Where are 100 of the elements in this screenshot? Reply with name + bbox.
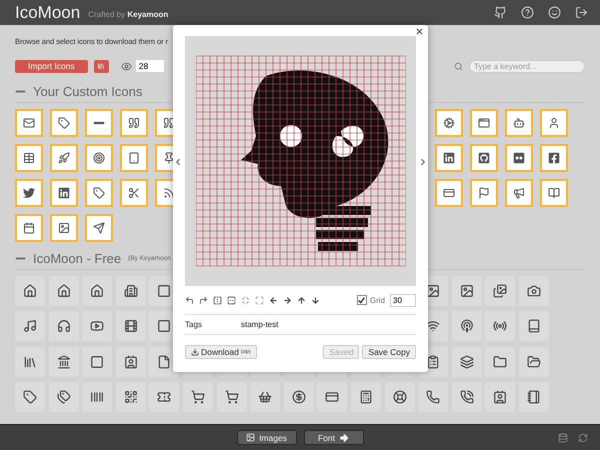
move-up-button[interactable] bbox=[297, 296, 306, 304]
move-down-button[interactable] bbox=[311, 296, 320, 304]
icon-tile[interactable] bbox=[470, 144, 498, 172]
icon-tile[interactable] bbox=[85, 109, 113, 137]
icon-tile[interactable] bbox=[116, 382, 146, 412]
icon-tile[interactable] bbox=[485, 276, 516, 306]
icon-tile[interactable] bbox=[120, 144, 148, 172]
icon-tile[interactable] bbox=[485, 311, 516, 342]
icon-tile[interactable] bbox=[540, 144, 568, 172]
icon-tile[interactable] bbox=[518, 311, 549, 342]
icon-tile[interactable] bbox=[15, 382, 45, 412]
icon-tile[interactable] bbox=[505, 109, 533, 137]
icon-tile[interactable] bbox=[15, 144, 43, 172]
icon-tile[interactable] bbox=[317, 382, 348, 412]
fit-button[interactable] bbox=[255, 296, 264, 304]
grid-size-field[interactable]: 30 bbox=[390, 294, 416, 306]
icon-tile[interactable] bbox=[540, 109, 568, 137]
icon-tile[interactable] bbox=[50, 109, 78, 137]
icon-tile[interactable] bbox=[116, 346, 146, 377]
icon-tile[interactable] bbox=[82, 276, 112, 306]
icon-tile[interactable] bbox=[50, 144, 78, 172]
icon-tile[interactable] bbox=[452, 382, 482, 412]
icon-tile[interactable] bbox=[120, 179, 148, 207]
move-right-button[interactable] bbox=[283, 296, 292, 304]
icon-tile[interactable] bbox=[435, 109, 463, 137]
icon-tile[interactable] bbox=[470, 179, 498, 207]
icon-tile[interactable] bbox=[116, 276, 146, 306]
icon-tile[interactable] bbox=[505, 179, 533, 207]
font-button[interactable]: Font bbox=[304, 430, 364, 445]
icon-tile[interactable] bbox=[50, 214, 78, 242]
tags-value[interactable]: stamp-test bbox=[241, 320, 278, 329]
icon-tile[interactable] bbox=[82, 382, 112, 412]
icon-tile[interactable] bbox=[250, 382, 280, 412]
icon-tile[interactable] bbox=[15, 214, 43, 242]
glyph-icon bbox=[157, 354, 172, 369]
save-copy-button[interactable]: Save Copy bbox=[362, 345, 416, 359]
refresh-icon[interactable] bbox=[578, 432, 588, 442]
icon-tile[interactable] bbox=[82, 346, 112, 377]
icon-tile[interactable] bbox=[50, 179, 78, 207]
icon-tile[interactable] bbox=[48, 311, 79, 342]
icon-tile[interactable] bbox=[48, 382, 79, 412]
icon-tile[interactable] bbox=[540, 179, 568, 207]
close-button[interactable] bbox=[415, 27, 424, 36]
icon-tile[interactable] bbox=[15, 276, 45, 306]
icon-tile[interactable] bbox=[452, 276, 482, 306]
icon-tile[interactable] bbox=[120, 109, 148, 137]
icon-tile[interactable] bbox=[435, 144, 463, 172]
icon-tile[interactable] bbox=[485, 382, 516, 412]
cat-icon[interactable] bbox=[494, 6, 507, 19]
glyph-icon bbox=[56, 390, 71, 404]
icon-tile[interactable] bbox=[518, 346, 549, 377]
icon-tile[interactable] bbox=[85, 214, 113, 242]
glyph-icon bbox=[23, 319, 37, 334]
exit-icon[interactable] bbox=[575, 6, 588, 19]
smiley-icon[interactable] bbox=[548, 6, 561, 19]
rotate-right-button[interactable] bbox=[199, 296, 208, 304]
flip-vertical-button[interactable] bbox=[227, 296, 236, 304]
icon-tile[interactable] bbox=[505, 144, 533, 172]
search-icon bbox=[454, 62, 463, 70]
icon-tile[interactable] bbox=[435, 179, 463, 207]
icon-tile[interactable] bbox=[85, 179, 113, 207]
icon-tile[interactable] bbox=[82, 311, 112, 342]
flip-horizontal-button[interactable] bbox=[213, 296, 222, 304]
icon-tile[interactable] bbox=[116, 311, 146, 342]
icon-tile[interactable] bbox=[149, 382, 180, 412]
database-icon[interactable] bbox=[558, 432, 568, 442]
move-left-button[interactable] bbox=[269, 296, 278, 304]
icon-tile[interactable] bbox=[518, 382, 549, 412]
library-button[interactable] bbox=[94, 60, 109, 72]
icon-tile[interactable] bbox=[216, 382, 247, 412]
icon-tile[interactable] bbox=[15, 179, 43, 207]
glyph-icon bbox=[460, 390, 474, 404]
icon-tile[interactable] bbox=[85, 144, 113, 172]
icon-tile[interactable] bbox=[15, 109, 43, 137]
icon-tile[interactable] bbox=[284, 382, 314, 412]
previous-button[interactable] bbox=[173, 157, 183, 167]
grid-checkbox[interactable] bbox=[356, 295, 367, 305]
search-field[interactable]: Type a keyword... bbox=[469, 60, 585, 72]
icon-tile[interactable] bbox=[350, 382, 381, 412]
help-icon[interactable] bbox=[521, 6, 534, 19]
icon-tile[interactable] bbox=[518, 276, 549, 306]
icon-tile[interactable] bbox=[48, 346, 79, 377]
icon-tile[interactable] bbox=[418, 382, 448, 412]
next-button[interactable] bbox=[418, 157, 428, 167]
import-icons-button[interactable]: Import Icons bbox=[15, 60, 88, 72]
glyph-icon bbox=[23, 222, 35, 234]
images-button[interactable]: Images bbox=[236, 430, 296, 445]
icon-tile[interactable] bbox=[384, 382, 415, 412]
size-field[interactable]: 28 bbox=[136, 60, 164, 72]
glyph-icon bbox=[426, 319, 440, 334]
icon-tile[interactable] bbox=[15, 311, 45, 342]
icon-tile[interactable] bbox=[452, 346, 482, 377]
glyph-icon bbox=[93, 152, 105, 164]
icon-tile[interactable] bbox=[15, 346, 45, 377]
icon-tile[interactable] bbox=[452, 311, 482, 342]
icon-tile[interactable] bbox=[48, 276, 79, 306]
icon-tile[interactable] bbox=[182, 382, 213, 412]
icon-tile[interactable] bbox=[485, 346, 516, 377]
rotate-left-button[interactable] bbox=[185, 296, 194, 304]
icon-tile[interactable] bbox=[470, 109, 498, 137]
